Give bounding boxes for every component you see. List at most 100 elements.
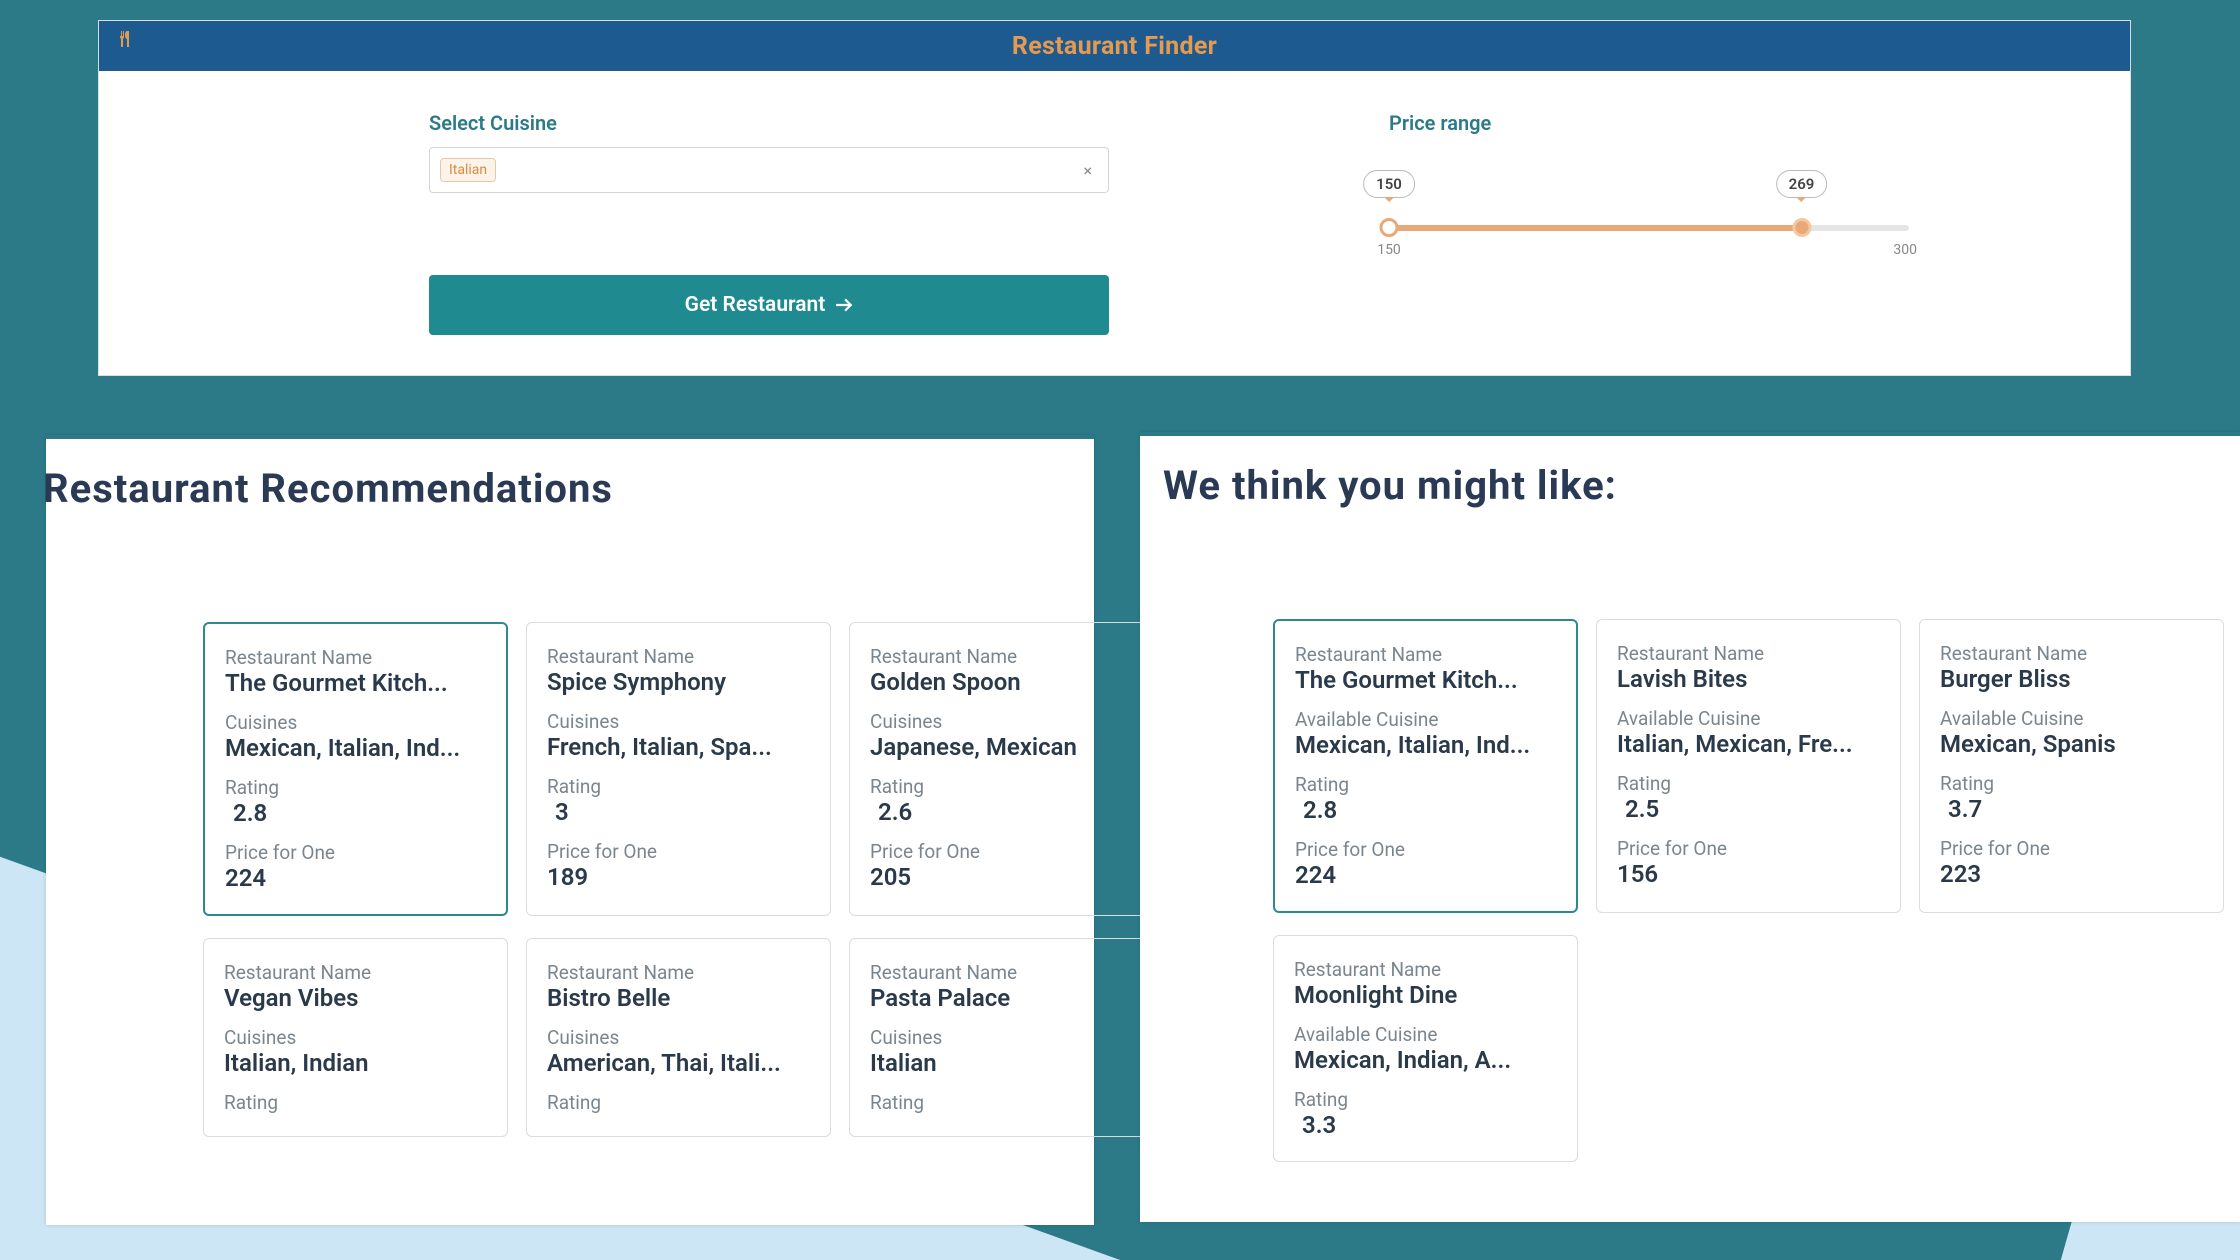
card-rating-value: 3.3 xyxy=(1294,1111,1557,1139)
cuisine-chip[interactable]: Italian xyxy=(440,158,496,182)
restaurant-card[interactable]: Restaurant NameThe Gourmet Kitch... Cuisi… xyxy=(203,622,508,916)
card-cuisines-value: American, Thai, Itali... xyxy=(547,1049,810,1077)
card-name-value: The Gourmet Kitch... xyxy=(1295,666,1556,694)
card-cuisines-value: Mexican, Indian, A... xyxy=(1294,1046,1557,1074)
suggestions-title: We think you might like: xyxy=(1163,436,2240,509)
slider-low-tooltip: 150 xyxy=(1363,170,1415,198)
card-name-label: Restaurant Name xyxy=(547,645,810,668)
price-slider[interactable]: 150 269 150 300 xyxy=(1389,170,1909,260)
arrow-right-icon xyxy=(835,296,853,314)
card-cuisines-label: Cuisines xyxy=(547,1026,810,1049)
card-rating-value: 2.8 xyxy=(225,799,486,827)
card-price-label: Price for One xyxy=(1295,838,1556,861)
card-cuisines-label: Cuisines xyxy=(870,710,1133,733)
card-name-label: Restaurant Name xyxy=(870,961,1133,984)
card-name-value: Burger Bliss xyxy=(1940,665,2203,693)
slider-thumb-high[interactable] xyxy=(1792,218,1811,237)
restaurant-card[interactable]: Restaurant NameThe Gourmet Kitch... Avail… xyxy=(1273,619,1578,913)
card-name-label: Restaurant Name xyxy=(1940,642,2203,665)
price-range-label: Price range xyxy=(1389,111,1909,135)
restaurant-card[interactable]: Restaurant NameBurger Bliss Available Cui… xyxy=(1919,619,2224,913)
card-cuisines-value: Mexican, Italian, Ind... xyxy=(1295,731,1556,759)
card-cuisines-label: Cuisines xyxy=(224,1026,487,1049)
card-price-value: 205 xyxy=(870,863,1133,891)
card-price-value: 189 xyxy=(547,863,810,891)
clear-icon[interactable]: × xyxy=(1083,161,1098,180)
restaurant-card[interactable]: Restaurant NameSpice Symphony CuisinesFre… xyxy=(526,622,831,916)
card-cuisines-label: Cuisines xyxy=(547,710,810,733)
card-name-value: Lavish Bites xyxy=(1617,665,1880,693)
card-cuisines-value: Japanese, Mexican xyxy=(870,733,1133,761)
card-name-value: Pasta Palace xyxy=(870,984,1133,1012)
card-name-value: Golden Spoon xyxy=(870,668,1133,696)
card-price-value: 224 xyxy=(225,864,486,892)
card-name-value: Vegan Vibes xyxy=(224,984,487,1012)
card-rating-label: Rating xyxy=(547,1091,810,1114)
card-rating-label: Rating xyxy=(224,1091,487,1114)
cuisine-select[interactable]: Italian × xyxy=(429,147,1109,193)
card-name-label: Restaurant Name xyxy=(1294,958,1557,981)
card-rating-value: 3.7 xyxy=(1940,795,2203,823)
restaurant-card[interactable]: Restaurant NameMoonlight Dine Available C… xyxy=(1273,935,1578,1162)
card-name-value: Moonlight Dine xyxy=(1294,981,1557,1009)
finder-panel: Restaurant Finder Select Cuisine Italian… xyxy=(98,20,2131,376)
restaurant-card[interactable]: Restaurant NameVegan Vibes CuisinesItalia… xyxy=(203,938,508,1137)
app-header: Restaurant Finder xyxy=(99,21,2130,71)
card-rating-label: Rating xyxy=(1940,772,2203,795)
card-name-value: Spice Symphony xyxy=(547,668,810,696)
get-restaurant-button[interactable]: Get Restaurant xyxy=(429,275,1109,335)
card-rating-label: Rating xyxy=(870,775,1133,798)
slider-max-label: 300 xyxy=(1893,242,1917,258)
card-cuisines-value: Italian, Mexican, Fre... xyxy=(1617,730,1880,758)
cuisine-label: Select Cuisine xyxy=(429,111,1109,135)
card-rating-label: Rating xyxy=(1294,1088,1557,1111)
card-rating-label: Rating xyxy=(225,776,486,799)
card-cuisines-label: Cuisines xyxy=(870,1026,1133,1049)
slider-range xyxy=(1389,225,1802,231)
card-name-label: Restaurant Name xyxy=(224,961,487,984)
card-cuisines-label: Available Cuisine xyxy=(1295,708,1556,731)
card-rating-label: Rating xyxy=(547,775,810,798)
card-cuisines-value: French, Italian, Spa... xyxy=(547,733,810,761)
slider-min-label: 150 xyxy=(1377,242,1401,258)
card-name-value: The Gourmet Kitch... xyxy=(225,669,486,697)
card-cuisines-label: Available Cuisine xyxy=(1617,707,1880,730)
recommendations-title: Restaurant Recommendations xyxy=(43,439,1094,512)
card-rating-value: 3 xyxy=(547,798,810,826)
card-cuisines-label: Cuisines xyxy=(225,711,486,734)
card-cuisines-value: Mexican, Italian, Ind... xyxy=(225,734,486,762)
app-title: Restaurant Finder xyxy=(1012,32,1217,61)
suggestions-panel: We think you might like: Restaurant Name… xyxy=(1140,432,2240,1222)
card-price-label: Price for One xyxy=(225,841,486,864)
card-rating-value: 2.6 xyxy=(870,798,1133,826)
card-price-label: Price for One xyxy=(1617,837,1880,860)
card-price-value: 156 xyxy=(1617,860,1880,888)
card-cuisines-label: Available Cuisine xyxy=(1294,1023,1557,1046)
recommendations-panel: Restaurant Recommendations Restaurant Na… xyxy=(46,435,1094,1225)
card-cuisines-value: Italian, Indian xyxy=(224,1049,487,1077)
card-name-label: Restaurant Name xyxy=(1295,643,1556,666)
card-rating-value: 2.8 xyxy=(1295,796,1556,824)
restaurant-card[interactable]: Restaurant NameLavish Bites Available Cui… xyxy=(1596,619,1901,913)
card-price-label: Price for One xyxy=(1940,837,2203,860)
card-rating-value: 2.5 xyxy=(1617,795,1880,823)
card-name-value: Bistro Belle xyxy=(547,984,810,1012)
restaurant-card[interactable]: Restaurant NamePasta Palace CuisinesItali… xyxy=(849,938,1154,1137)
slider-thumb-low[interactable] xyxy=(1380,218,1399,237)
card-price-label: Price for One xyxy=(547,840,810,863)
restaurant-card[interactable]: Restaurant NameGolden Spoon CuisinesJapan… xyxy=(849,622,1154,916)
restaurant-card[interactable]: Restaurant NameBistro Belle CuisinesAmeri… xyxy=(526,938,831,1137)
card-cuisines-value: Mexican, Spanis xyxy=(1940,730,2203,758)
card-rating-label: Rating xyxy=(1617,772,1880,795)
card-cuisines-label: Available Cuisine xyxy=(1940,707,2203,730)
get-restaurant-label: Get Restaurant xyxy=(685,293,826,317)
card-rating-label: Rating xyxy=(1295,773,1556,796)
card-cuisines-value: Italian xyxy=(870,1049,1133,1077)
utensils-icon xyxy=(117,31,133,52)
card-name-label: Restaurant Name xyxy=(225,646,486,669)
slider-high-tooltip: 269 xyxy=(1776,170,1828,198)
card-name-label: Restaurant Name xyxy=(1617,642,1880,665)
card-name-label: Restaurant Name xyxy=(870,645,1133,668)
card-price-value: 223 xyxy=(1940,860,2203,888)
card-name-label: Restaurant Name xyxy=(547,961,810,984)
